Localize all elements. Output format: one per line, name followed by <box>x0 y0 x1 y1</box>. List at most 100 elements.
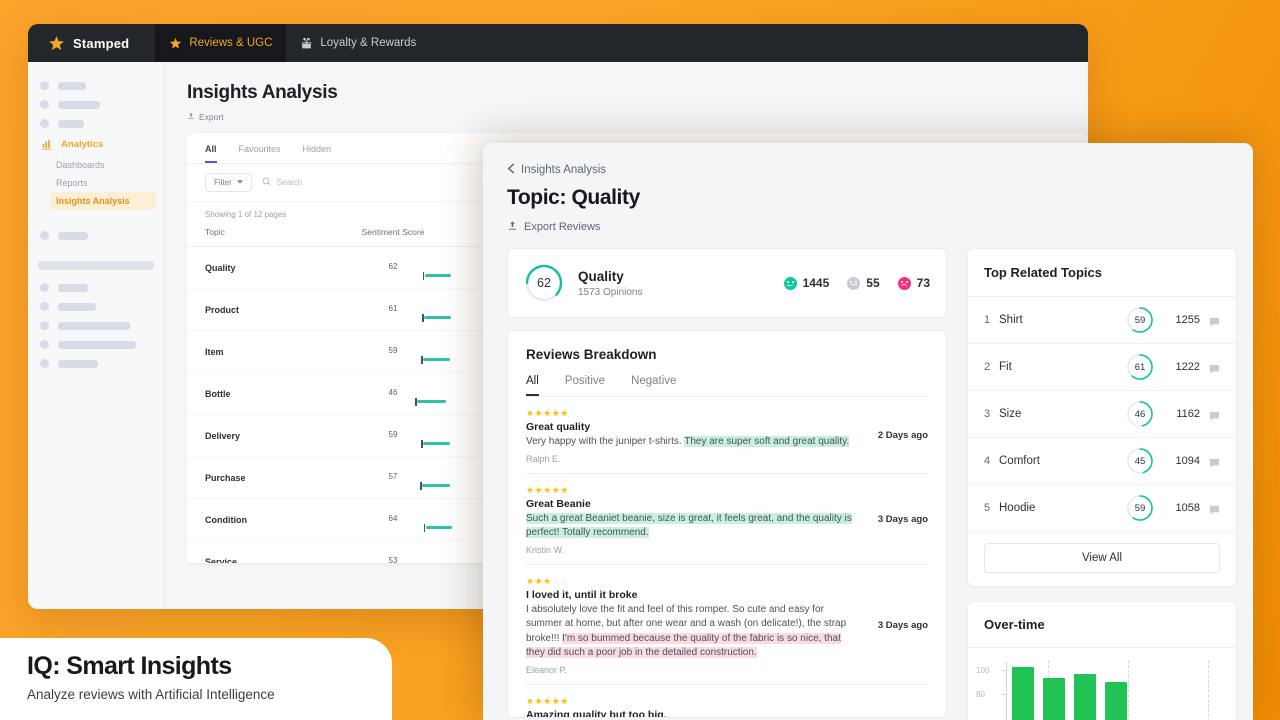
export-reviews-label: Export Reviews <box>524 221 601 233</box>
review-timestamp: 2 Days ago <box>877 430 928 442</box>
placeholder-bar <box>58 231 88 240</box>
related-topic-row[interactable]: 2 Fit 61 1222 <box>968 344 1236 391</box>
chart-bars <box>1012 660 1228 720</box>
chart-bar <box>1074 674 1096 720</box>
sentiment-score-donut: 61 <box>1126 353 1154 381</box>
reviews-breakdown-card: Reviews Breakdown All Positive Negative … <box>507 330 947 718</box>
topic-summary-card: 62 Quality 1573 Opinions 1445 55 73 <box>507 248 947 318</box>
related-topic-row[interactable]: 3 Size 46 1162 <box>968 391 1236 438</box>
cell-topic: Service <box>205 556 238 564</box>
tab-all[interactable]: All <box>205 144 217 163</box>
topic-name: Shirt <box>999 314 1023 326</box>
placeholder-bar <box>58 119 84 128</box>
neutral-count: 55 <box>866 276 880 290</box>
topnav-label: Loyalty & Rewards <box>320 37 417 49</box>
stat-positive: 1445 <box>783 276 830 290</box>
sidebar-placeholder-item <box>28 226 164 245</box>
overtime-chart: 100 80 <box>968 648 1236 720</box>
topic-name: Size <box>999 408 1022 420</box>
comment-bubble-icon <box>1209 315 1220 327</box>
topnav-loyalty-rewards[interactable]: Loyalty & Rewards <box>286 24 430 62</box>
related-topic-row[interactable]: 5 Hoodie 59 1058 <box>968 485 1236 532</box>
rank-number: 3 <box>984 408 991 420</box>
happy-face-icon <box>783 276 797 290</box>
review-content: ★★★★★ Great Beanie Such a great Beaniet be… <box>526 485 866 555</box>
topnav-reviews-ugc[interactable]: Reviews & UGC <box>155 24 287 62</box>
dot-icon <box>40 81 49 90</box>
review-text: Such a great Beaniet beanie, size is gre… <box>526 512 856 541</box>
score-value: 64 <box>388 514 398 523</box>
related-topic-row[interactable]: 1 Shirt 59 1255 <box>968 297 1236 344</box>
column-header-topic: Topic <box>205 227 225 237</box>
sidebar-placeholder-item <box>28 76 164 95</box>
score-fill <box>425 526 453 529</box>
review-author: Kristin W. <box>526 544 565 555</box>
review-content: ★★★☆☆ I loved it, until it broke I absolut… <box>526 576 866 675</box>
score-value: 53 <box>388 556 398 563</box>
related-topic-row[interactable]: 4 Comfort 45 1094 <box>968 438 1236 485</box>
tab-positive[interactable]: Positive <box>565 375 605 396</box>
tab-negative[interactable]: Negative <box>631 375 676 396</box>
breadcrumb[interactable]: Insights Analysis <box>507 163 1225 177</box>
score-fill <box>423 442 451 445</box>
review-item[interactable]: ★★★★★Amazing quality but too big.These w… <box>526 685 928 718</box>
filter-label: Filter <box>214 178 232 187</box>
review-item[interactable]: ★★★★★ Great quality Very happy with the ju… <box>526 397 928 474</box>
placeholder-bar <box>58 302 96 311</box>
positive-count: 1445 <box>802 276 830 290</box>
score-value: 61 <box>1134 361 1146 373</box>
score-value: 61 <box>388 304 398 313</box>
rank-number: 5 <box>984 502 991 514</box>
mention-count: 1094 <box>1175 455 1200 467</box>
score-value: 59 <box>388 346 398 355</box>
tab-favourites[interactable]: Favourites <box>239 144 281 163</box>
comment-bubble-icon <box>1209 456 1220 468</box>
cell-sentiment-score: 59 <box>313 346 473 364</box>
placeholder-bar <box>58 359 98 368</box>
comment-bubble-icon <box>1209 503 1220 515</box>
placeholder-bar <box>58 81 86 90</box>
summary-text: Quality 1573 Opinions <box>578 269 784 298</box>
export-reviews-button[interactable]: Export Reviews <box>507 220 1225 234</box>
cell-topic: Quality <box>205 262 236 273</box>
view-all-button[interactable]: View All <box>984 543 1220 573</box>
mention-count: 1162 <box>1176 408 1200 420</box>
review-headline: I loved it, until it broke <box>526 588 638 601</box>
sidebar-item-analytics[interactable]: Analytics <box>28 133 164 156</box>
highlighted-phrase: I'm so bummed because the quality of the… <box>526 632 841 658</box>
sidebar-item-insights-analysis[interactable]: Insights Analysis <box>50 192 156 210</box>
stat-negative: 73 <box>897 276 930 290</box>
brand-name: Stamped <box>73 35 130 51</box>
detail-left-column: 62 Quality 1573 Opinions 1445 55 73 Revi… <box>507 248 947 720</box>
cell-topic: Delivery <box>205 430 241 441</box>
review-headline: Great Beanie <box>526 497 591 510</box>
star-icon <box>48 35 65 52</box>
app-topbar: Stamped Reviews & UGC Loyalty & Rewards <box>28 24 1088 62</box>
sidebar-item-reports[interactable]: Reports <box>28 174 164 192</box>
review-content: ★★★★★ Great quality Very happy with the ju… <box>526 408 866 464</box>
opinions-count: 1573 Opinions <box>578 286 643 298</box>
tab-all[interactable]: All <box>526 375 539 396</box>
review-item[interactable]: ★★★★★ Great Beanie Such a great Beaniet be… <box>526 474 928 565</box>
export-button[interactable]: Export <box>187 112 1088 122</box>
filter-button[interactable]: Filter <box>205 173 252 192</box>
sidebar-placeholder-item <box>28 95 164 114</box>
score-value: 45 <box>1134 455 1146 467</box>
sidebar-item-label: Insights Analysis <box>56 196 130 206</box>
dot-icon <box>40 340 49 349</box>
column-header-sentiment-score: Sentiment Score <box>361 227 425 237</box>
score-value: 62 <box>388 262 398 271</box>
cell-topic: Condition <box>205 514 247 525</box>
tab-hidden[interactable]: Hidden <box>303 144 332 163</box>
sidebar-item-dashboards[interactable]: Dashboards <box>28 156 164 174</box>
sentiment-score-value: 62 <box>537 276 551 290</box>
sidebar: Analytics Dashboards Reports Insights An… <box>28 62 165 609</box>
dot-icon <box>40 302 49 311</box>
star-rating-icon: ★★★★★ <box>526 484 569 495</box>
review-filter-tabs: All Positive Negative <box>526 375 928 397</box>
star-rating-icon: ★★★★★ <box>526 408 569 418</box>
chart-bar <box>1012 666 1034 720</box>
review-item[interactable]: ★★★☆☆ I loved it, until it broke I absolut… <box>526 565 928 685</box>
mention-count: 1255 <box>1175 314 1200 326</box>
sidebar-item-label: Reports <box>56 178 88 188</box>
